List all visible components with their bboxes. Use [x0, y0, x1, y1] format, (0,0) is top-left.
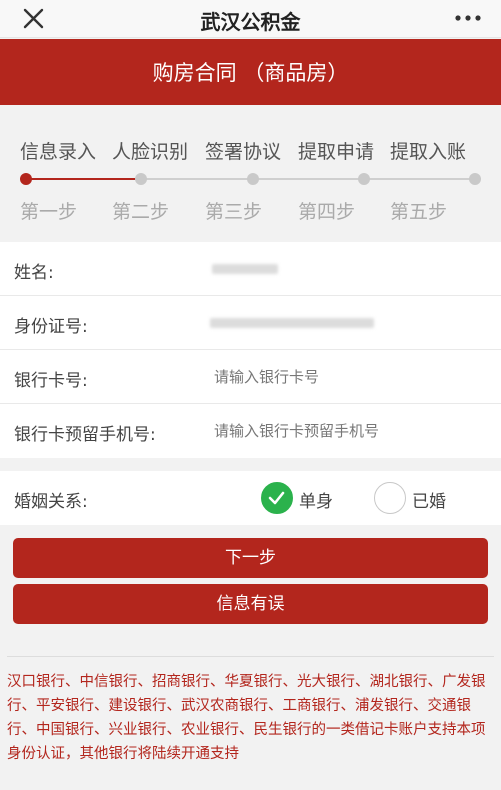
step-dot-2	[135, 173, 147, 185]
step-label-3: 签署协议	[205, 141, 282, 163]
more-button[interactable]	[453, 6, 483, 32]
info-form: 姓名: 身份证号: 银行卡号: 银行卡预留手机号:	[0, 242, 501, 458]
more-dots-icon	[455, 15, 481, 21]
bank-card-row: 银行卡号:	[0, 350, 501, 404]
progress-steps: 信息录入 人脸识别 签署协议 提取申请 提取入账 第一步 第二步 第三步 第四步…	[0, 105, 501, 242]
marital-option-married-label: 已婚	[412, 492, 446, 512]
page-title: 购房合同 （商品房）	[152, 61, 349, 85]
step-number-2: 第二步	[112, 201, 170, 223]
name-value-masked	[212, 264, 278, 274]
page-banner: 购房合同 （商品房）	[0, 39, 501, 105]
step-dot-1	[20, 173, 32, 185]
top-bar: 武汉公积金	[0, 0, 501, 38]
marital-option-single-label: 单身	[299, 492, 333, 512]
step-dot-5	[469, 173, 481, 185]
phone-input[interactable]	[214, 418, 474, 444]
step-label-1: 信息录入	[20, 141, 97, 163]
progress-track	[141, 178, 475, 180]
phone-label: 银行卡预留手机号:	[14, 425, 156, 445]
next-step-button[interactable]: 下一步	[13, 538, 488, 578]
id-number-row: 身份证号:	[0, 296, 501, 350]
step-dot-3	[247, 173, 259, 185]
step-label-5: 提取入账	[390, 141, 467, 163]
id-number-label: 身份证号:	[14, 317, 88, 337]
marital-option-single[interactable]: 单身	[261, 482, 341, 514]
id-number-value-masked	[210, 318, 374, 328]
marital-option-married[interactable]: 已婚	[374, 482, 454, 514]
bank-card-input[interactable]	[214, 364, 474, 390]
name-label: 姓名:	[14, 263, 54, 283]
step-label-4: 提取申请	[298, 141, 375, 163]
radio-unchecked-icon	[374, 482, 406, 514]
app-title: 武汉公积金	[200, 10, 301, 34]
marital-status-row: 婚姻关系: 单身 已婚	[0, 471, 501, 525]
step-number-3: 第三步	[205, 201, 263, 223]
step-dot-4	[358, 173, 370, 185]
radio-checked-icon	[261, 482, 293, 514]
name-row: 姓名:	[0, 242, 501, 296]
step-number-1: 第一步	[20, 201, 78, 223]
step-label-2: 人脸识别	[112, 141, 189, 163]
divider	[7, 656, 494, 657]
bank-card-label: 银行卡号:	[14, 371, 88, 391]
phone-row: 银行卡预留手机号:	[0, 404, 501, 458]
step-number-5: 第五步	[390, 201, 448, 223]
marital-status-label: 婚姻关系:	[14, 492, 88, 512]
info-error-button[interactable]: 信息有误	[13, 584, 488, 624]
step-number-4: 第四步	[298, 201, 356, 223]
supported-banks-notice: 汉口银行、中信银行、招商银行、华夏银行、光大银行、湖北银行、广发银行、平安银行、…	[7, 674, 486, 762]
checkmark-icon	[268, 491, 285, 505]
progress-track-active	[26, 178, 141, 180]
